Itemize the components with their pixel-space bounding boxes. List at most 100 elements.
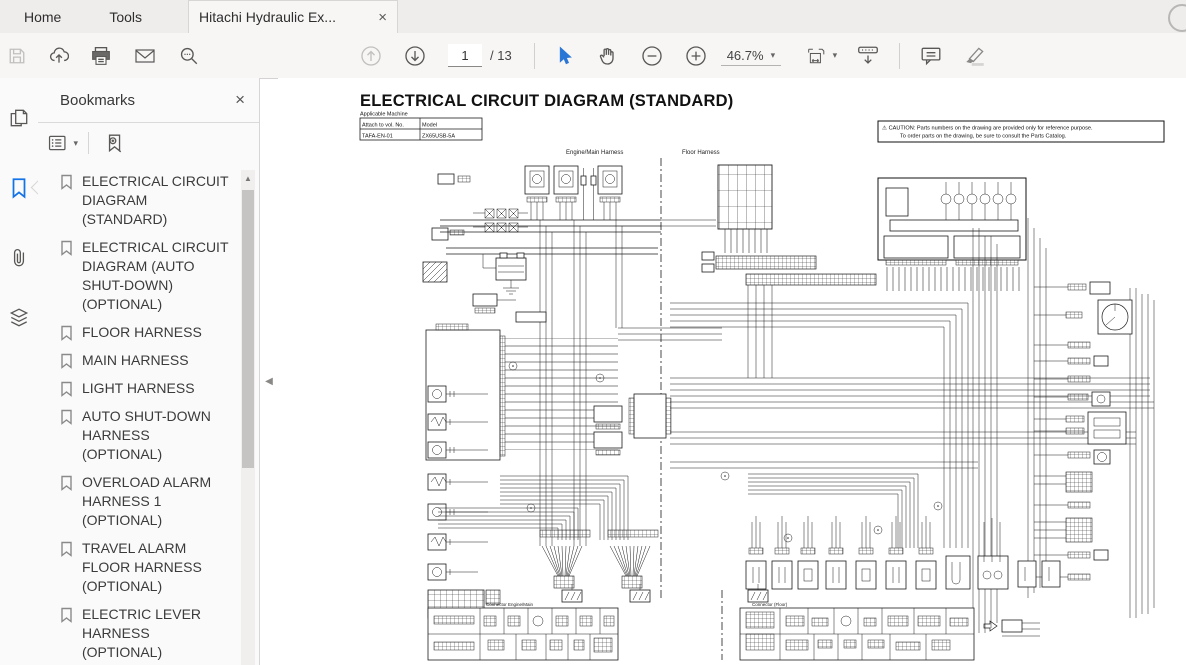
applicable-col1: Attach to vol. No. [362, 123, 404, 129]
engine-main-harness-section [423, 166, 722, 618]
scroll-mode-icon [856, 45, 880, 67]
bookmark-item[interactable]: MAIN HARNESS [60, 351, 238, 370]
bookmark-icon [60, 541, 73, 557]
layers-panel-button[interactable] [5, 304, 33, 332]
bookmark-item[interactable]: ELECTRICAL CIRCUIT DIAGRAM (AUTO SHUT-DO… [60, 238, 238, 314]
save-button[interactable] [2, 40, 32, 72]
highlight-icon [963, 45, 987, 67]
bookmarks-panel-title: Bookmarks [60, 92, 235, 109]
bookmark-item[interactable]: OVERLOAD ALARM HARNESS 1 (OPTIONAL) [60, 473, 238, 530]
floor-harness-section [670, 165, 1154, 633]
new-bookmark-icon [104, 133, 124, 153]
bookmarks-list: ELECTRICAL CIRCUIT DIAGRAM (STANDARD) EL… [38, 166, 238, 665]
circuit-diagram: ELECTRICAL CIRCUIT DIAGRAM (STANDARD) Ap… [278, 78, 1186, 665]
bookmark-item[interactable]: ELECTRICAL CIRCUIT DIAGRAM (STANDARD) [60, 172, 238, 229]
applicable-model: ZX65USB-5A [422, 134, 455, 140]
tab-bar: Home Tools Hitachi Hydraulic Ex... × [0, 0, 1186, 34]
applicable-vol: TAFA-EN-01 [362, 134, 393, 140]
save-icon [8, 47, 26, 65]
share-upload-button[interactable] [44, 40, 74, 72]
page-number-input[interactable] [448, 44, 482, 67]
bookmarks-toolbar: ▾ [38, 123, 259, 163]
bookmark-icon [60, 353, 73, 369]
bookmark-icon [60, 325, 73, 341]
bookmark-label: MAIN HARNESS [82, 351, 230, 370]
caution-line1: ⚠ CAUTION: Parts numbers on the drawing … [882, 125, 1093, 132]
scrollbar-thumb[interactable] [242, 190, 254, 468]
bookmarks-icon [10, 177, 28, 199]
comment-icon [920, 46, 942, 66]
document-page[interactable]: ELECTRICAL CIRCUIT DIAGRAM (STANDARD) Ap… [278, 78, 1186, 665]
email-button[interactable] [130, 40, 160, 72]
print-button[interactable] [86, 40, 116, 72]
tab-document[interactable]: Hitachi Hydraulic Ex... × [188, 0, 398, 33]
harness-label-left: Engine/Main Harness [566, 150, 623, 156]
page-thumbnails-button[interactable] [5, 104, 33, 132]
page-down-icon [404, 45, 426, 67]
bookmarks-scrollbar[interactable]: ▲ [241, 170, 255, 665]
tab-tools[interactable]: Tools [85, 0, 166, 33]
tab-document-title: Hitachi Hydraulic Ex... [199, 9, 370, 25]
connector-table-left-label: Connector Engine/Main [486, 602, 534, 607]
bookmark-label: ELECTRIC LEVER HARNESS (OPTIONAL) [82, 605, 230, 662]
print-icon [91, 46, 111, 66]
page-title: ELECTRICAL CIRCUIT DIAGRAM (STANDARD) [360, 92, 733, 110]
bookmark-label: ELECTRICAL CIRCUIT DIAGRAM (AUTO SHUT-DO… [82, 238, 230, 314]
connector-tables: Connector Engine/Main Connector (Floor) [428, 602, 1040, 660]
close-tab-icon[interactable]: × [378, 10, 387, 25]
applicable-col2: Model [422, 123, 437, 129]
hand-tool-button[interactable] [593, 40, 623, 72]
connector-table-right-label: Connector (Floor) [752, 602, 788, 607]
zoom-in-icon [685, 45, 707, 67]
bookmark-label: FLOOR HARNESS [82, 323, 230, 342]
toolbar: / 13 46.7% ▾ ▾ [0, 33, 1186, 79]
hand-tool-icon [598, 46, 618, 66]
next-page-button[interactable] [400, 40, 430, 72]
select-tool-icon [555, 46, 573, 66]
highlight-button[interactable] [960, 40, 990, 72]
applicable-machine-label: Applicable Machine [360, 112, 408, 118]
close-panel-icon[interactable]: × [235, 90, 245, 110]
zoom-out-button[interactable] [637, 40, 667, 72]
bookmark-options-button[interactable]: ▾ [48, 127, 78, 159]
bookmark-icon [60, 174, 73, 190]
bookmark-options-icon [48, 134, 66, 152]
tab-home[interactable]: Home [0, 0, 85, 33]
zoom-level-dropdown[interactable]: 46.7% ▾ [721, 46, 781, 66]
attachments-panel-button[interactable] [5, 244, 33, 272]
chevron-down-icon: ▾ [771, 50, 776, 61]
bookmark-icon [60, 607, 73, 623]
bookmark-icon [60, 240, 73, 256]
bookmark-item[interactable]: FLOOR HARNESS [60, 323, 238, 342]
zoom-in-button[interactable] [681, 40, 711, 72]
select-tool-button[interactable] [549, 40, 579, 72]
share-upload-icon [49, 46, 69, 66]
chevron-down-icon: ▾ [73, 138, 78, 149]
bookmark-item[interactable]: ELECTRIC LEVER HARNESS (OPTIONAL) [60, 605, 238, 662]
caution-line2: To order parts on the drawing, be sure t… [900, 134, 1067, 140]
bookmark-label: LIGHT HARNESS [82, 379, 230, 398]
comment-button[interactable] [916, 40, 946, 72]
fit-width-icon [807, 45, 825, 67]
bookmarks-panel: Bookmarks × ▾ ELECTRIC [38, 78, 260, 665]
fit-width-button[interactable]: ▾ [807, 40, 837, 72]
collapse-panel-button[interactable]: ◀ [261, 370, 277, 392]
previous-page-button[interactable] [356, 40, 386, 72]
bookmark-item[interactable]: TRAVEL ALARM FLOOR HARNESS (OPTIONAL) [60, 539, 238, 596]
page-up-icon [360, 45, 382, 67]
search-button[interactable] [174, 40, 204, 72]
navigation-rail [0, 78, 39, 665]
bookmarks-panel-button[interactable] [5, 174, 33, 202]
acrobat-window: Home Tools Hitachi Hydraulic Ex... × [0, 0, 1186, 665]
attachments-icon [10, 247, 28, 269]
new-bookmark-button[interactable] [99, 127, 129, 159]
bookmark-label: TRAVEL ALARM FLOOR HARNESS (OPTIONAL) [82, 539, 230, 596]
zoom-out-icon [641, 45, 663, 67]
bookmark-item[interactable]: AUTO SHUT-DOWN HARNESS (OPTIONAL) [60, 407, 238, 464]
bookmark-label: ELECTRICAL CIRCUIT DIAGRAM (STANDARD) [82, 172, 230, 229]
bookmark-item[interactable]: LIGHT HARNESS [60, 379, 238, 398]
scroll-up-icon[interactable]: ▲ [241, 172, 255, 186]
layers-icon [9, 307, 29, 329]
account-icon[interactable] [1168, 4, 1186, 32]
scroll-mode-button[interactable] [853, 40, 883, 72]
